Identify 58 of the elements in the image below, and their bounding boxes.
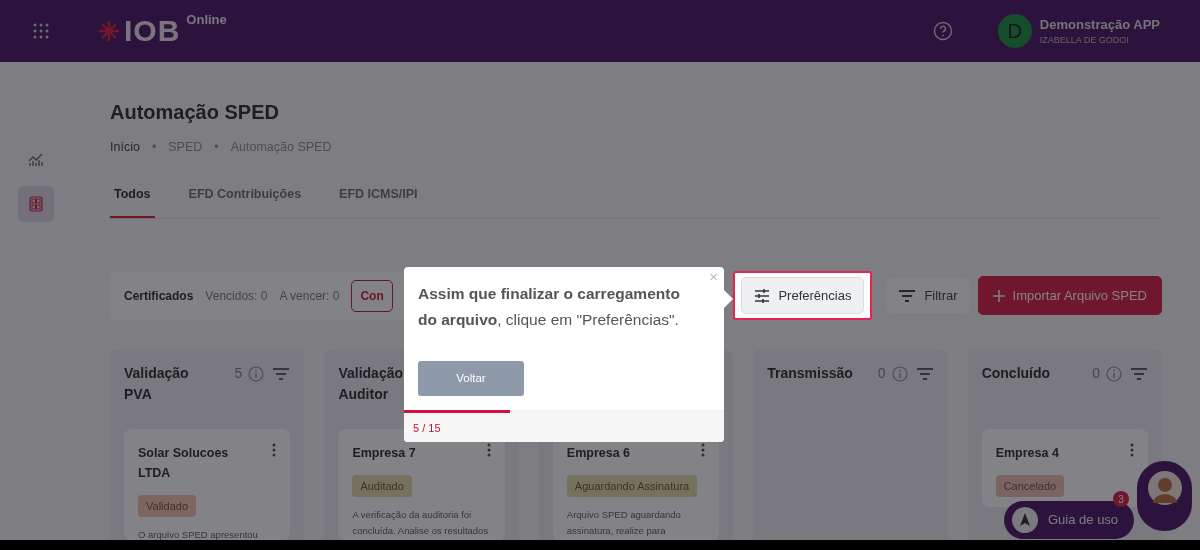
tab[interactable]: Todos [110,184,155,218]
column-title: Transmissão [767,363,853,383]
more-options-icon[interactable] [701,442,706,457]
user-subtitle: IZABELLA DE GODOI [1039,34,1130,47]
breadcrumb-separator: • [151,139,157,156]
sidebar-item[interactable] [18,186,54,222]
status-tag: Cancelado [995,474,1065,497]
info-icon[interactable] [1106,365,1123,382]
filter-button[interactable]: Filtrar [886,277,970,314]
logo-text: IOB [124,16,181,46]
card-title: Empresa 4 [995,444,1059,462]
import-button[interactable]: Importar Arquivo SPED [977,275,1162,316]
apps-menu-icon[interactable] [32,22,50,40]
info-icon[interactable] [891,365,908,382]
sort-icon[interactable] [915,366,934,381]
status-tag: Validado [138,494,196,517]
line-chart-icon [28,153,44,167]
breadcrumb-link[interactable]: Início [110,138,140,157]
tab[interactable]: EFD ICMS/IPI [335,184,422,218]
sort-icon[interactable] [1130,366,1149,381]
logo-suffix: Online [186,11,227,29]
page-title: Automação SPED [110,100,280,124]
close-button[interactable]: × [709,269,718,284]
user-name: Demonstração APP [1039,15,1160,34]
popover-message: Assim que finalizar o carregamento do arquivo, clique em "Preferências". [418,284,681,331]
certificates-button[interactable]: Con [351,279,393,312]
sort-icon[interactable] [272,366,291,381]
more-options-icon[interactable] [1130,442,1135,457]
card-description: Arquivo SPED aguardando assinatura, realize para [566,508,682,539]
filter-icon [898,288,917,303]
assistant-avatar-icon [1147,471,1182,505]
card-title: Solar Solucoes LTDA [138,444,230,482]
breadcrumb-separator: • [214,139,219,156]
preferences-button[interactable]: Preferências [741,276,865,315]
assistant-button[interactable] [1137,461,1192,531]
back-button[interactable]: Voltar [418,361,524,396]
certificates-label: Certificados [124,287,194,305]
help-icon[interactable] [932,21,953,41]
column-title: Validação PVA [124,363,190,404]
tab[interactable]: EFD Contribuições [184,184,306,218]
card-description: O arquivo SPED apresentou [138,528,259,541]
status-tag: Auditado [352,474,412,497]
more-options-icon[interactable] [486,442,491,457]
logo-star-icon [98,20,120,42]
column-title: Concluído [981,363,1051,383]
status-tag: Aguardando Assinatura [566,474,698,497]
dashboard-icon [29,196,43,212]
more-options-icon[interactable] [272,442,277,457]
expiring-count: A vencer: 0 [279,287,340,305]
plus-icon [992,289,1005,302]
task-card[interactable]: Solar Solucoes LTDA Validado O arquivo SPED apresentou [124,428,291,541]
card-description: A verificação da auditoria foi concluída. Analise os resultados [352,508,490,539]
card-title: Empresa 6 [566,444,631,462]
column-title: Validação Auditor [338,363,404,404]
info-icon[interactable] [248,365,265,382]
sliders-icon [754,288,771,303]
card-title: Empresa 7 [352,444,416,462]
expired-count: Vencidos: 0 [205,287,268,305]
